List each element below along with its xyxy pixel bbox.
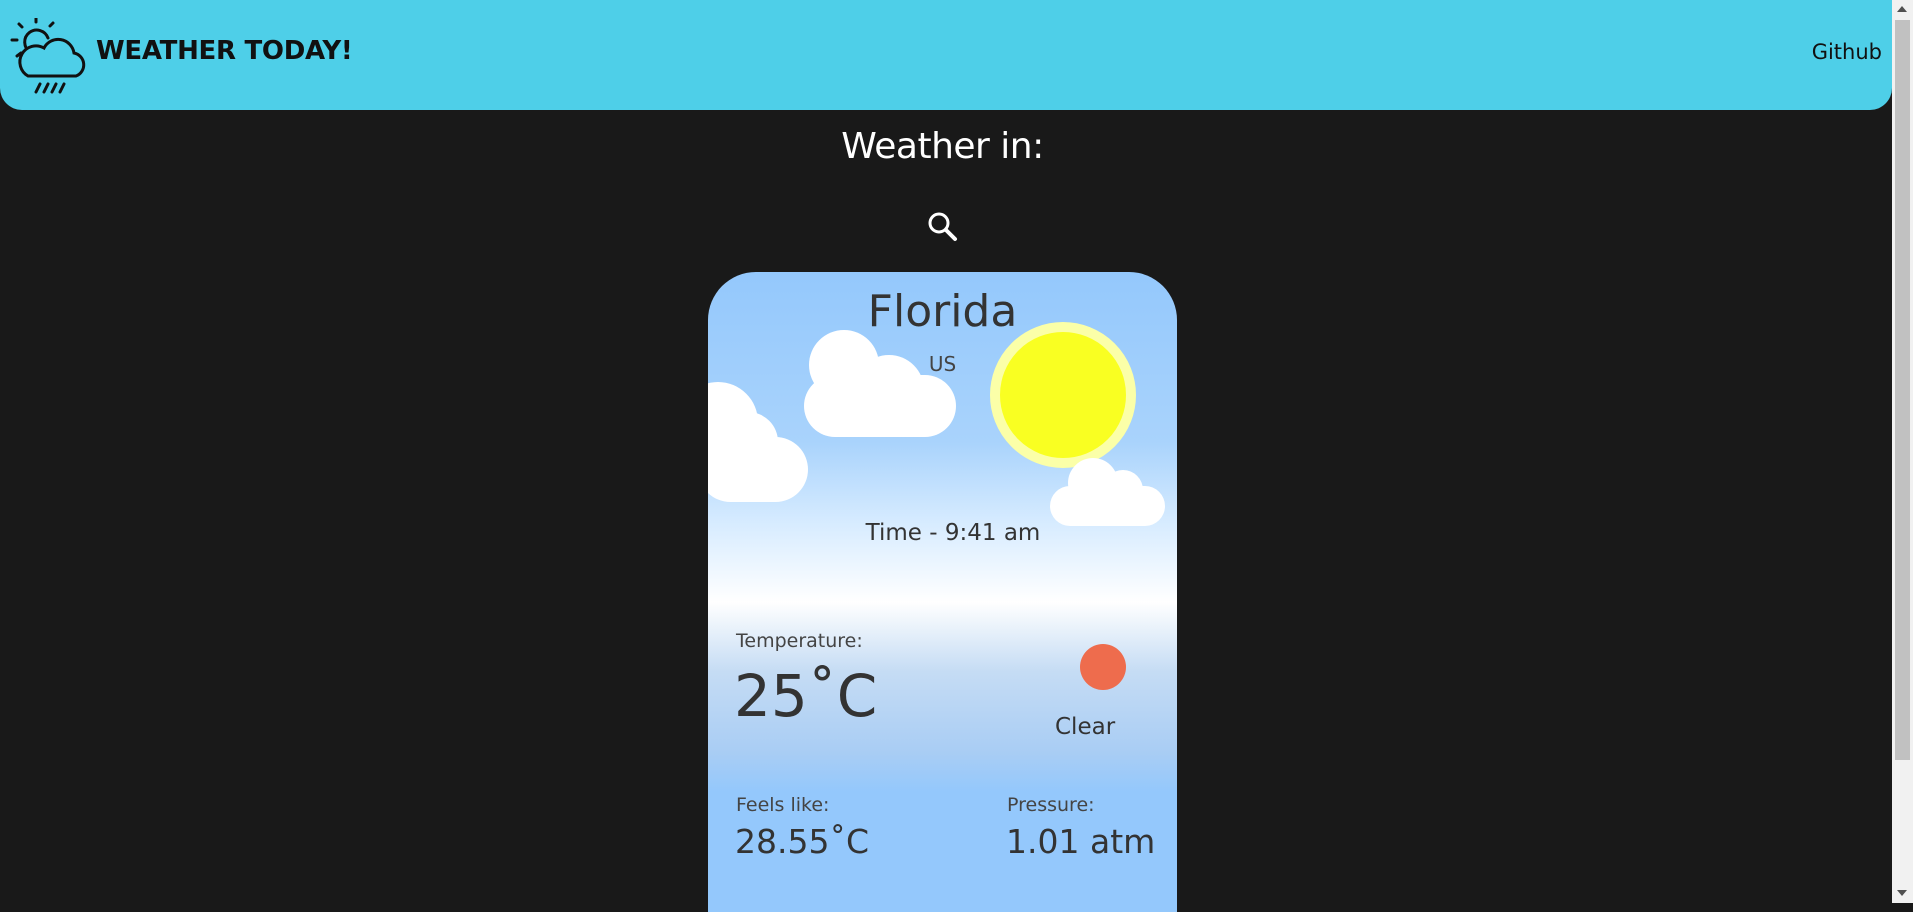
feels-like-value: 28.55˚C bbox=[735, 822, 870, 861]
weather-heading: Weather in: bbox=[841, 126, 1044, 167]
github-link[interactable]: Github bbox=[1812, 40, 1882, 64]
pressure-label: Pressure: bbox=[1007, 794, 1095, 816]
temperature-label: Temperature: bbox=[736, 630, 863, 652]
brand-title: WEATHER TODAY! bbox=[96, 36, 353, 66]
local-time: Time - 9:41 am bbox=[865, 520, 1041, 546]
weather-card: Florida US Time - 9:41 am Temperature: 2… bbox=[708, 272, 1177, 912]
cloud-center bbox=[804, 330, 964, 440]
country-code: US bbox=[928, 352, 957, 376]
feels-like-label: Feels like: bbox=[736, 794, 830, 816]
scroll-down-icon[interactable] bbox=[1897, 890, 1907, 896]
city-name: Florida bbox=[867, 286, 1018, 337]
temperature-value: 25˚C bbox=[734, 662, 878, 730]
scrollbar-thumb[interactable] bbox=[1895, 20, 1910, 760]
condition-text: Clear bbox=[1055, 714, 1116, 740]
sun bbox=[990, 322, 1136, 468]
search-icon[interactable] bbox=[926, 210, 958, 242]
navbar: WEATHER TODAY! Github bbox=[0, 0, 1892, 110]
cloud-sun-rain-icon bbox=[10, 18, 86, 94]
scroll-up-icon[interactable] bbox=[1897, 6, 1907, 12]
condition-icon bbox=[1080, 644, 1126, 690]
page: WEATHER TODAY! Github Weather in: Florid… bbox=[0, 0, 1892, 912]
pressure-value: 1.01 atm bbox=[1006, 822, 1156, 861]
